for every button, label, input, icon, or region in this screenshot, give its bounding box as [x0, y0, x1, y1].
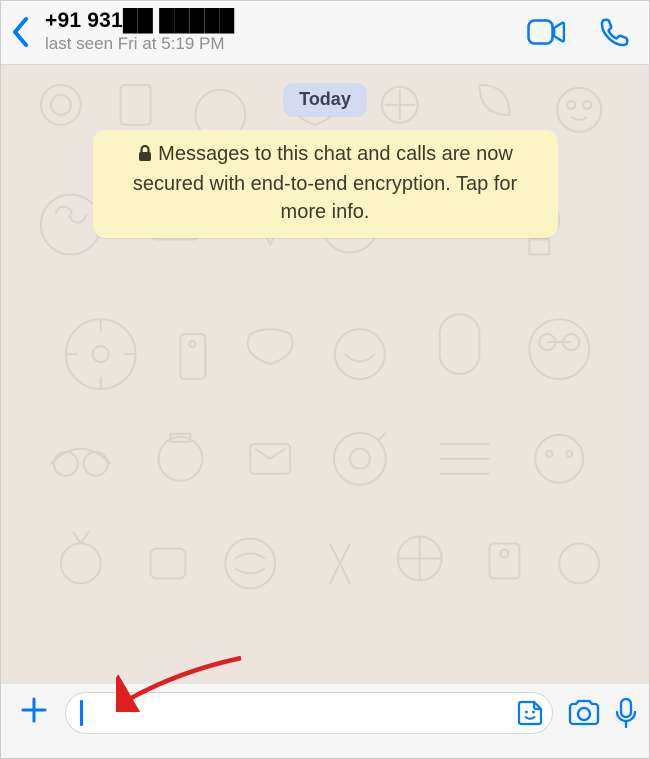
sticker-button[interactable]	[516, 699, 544, 727]
chat-header: +91 931██ █████ last seen Fri at 5:19 PM	[1, 1, 649, 65]
video-call-button[interactable]	[527, 19, 565, 45]
contact-name: +91 931██ █████	[45, 9, 513, 33]
phone-icon	[599, 17, 629, 47]
message-input[interactable]	[80, 693, 516, 733]
attach-button[interactable]	[17, 696, 51, 730]
encryption-notice[interactable]: Messages to this chat and calls are now …	[93, 130, 558, 238]
date-chip: Today	[283, 83, 367, 116]
camera-button[interactable]	[567, 699, 601, 727]
last-seen-text: last seen Fri at 5:19 PM	[45, 34, 513, 54]
chevron-left-icon	[11, 15, 31, 49]
voice-message-button[interactable]	[615, 697, 637, 729]
plus-icon	[20, 696, 48, 724]
camera-icon	[567, 699, 601, 727]
message-input-wrapper[interactable]	[65, 692, 553, 734]
contact-info[interactable]: +91 931██ █████ last seen Fri at 5:19 PM	[45, 9, 513, 54]
chat-area[interactable]: Today Messages to this chat and calls ar…	[1, 65, 649, 683]
lock-icon	[137, 142, 153, 170]
text-cursor	[80, 700, 83, 726]
back-button[interactable]	[11, 15, 31, 49]
sticker-icon	[516, 699, 544, 727]
video-camera-icon	[527, 19, 565, 45]
microphone-icon	[615, 697, 637, 729]
message-input-bar	[1, 683, 649, 758]
whatsapp-chat-screen: +91 931██ █████ last seen Fri at 5:19 PM	[0, 0, 650, 759]
header-actions	[527, 17, 635, 47]
voice-call-button[interactable]	[599, 17, 629, 47]
encryption-notice-text: Messages to this chat and calls are now …	[133, 143, 517, 223]
